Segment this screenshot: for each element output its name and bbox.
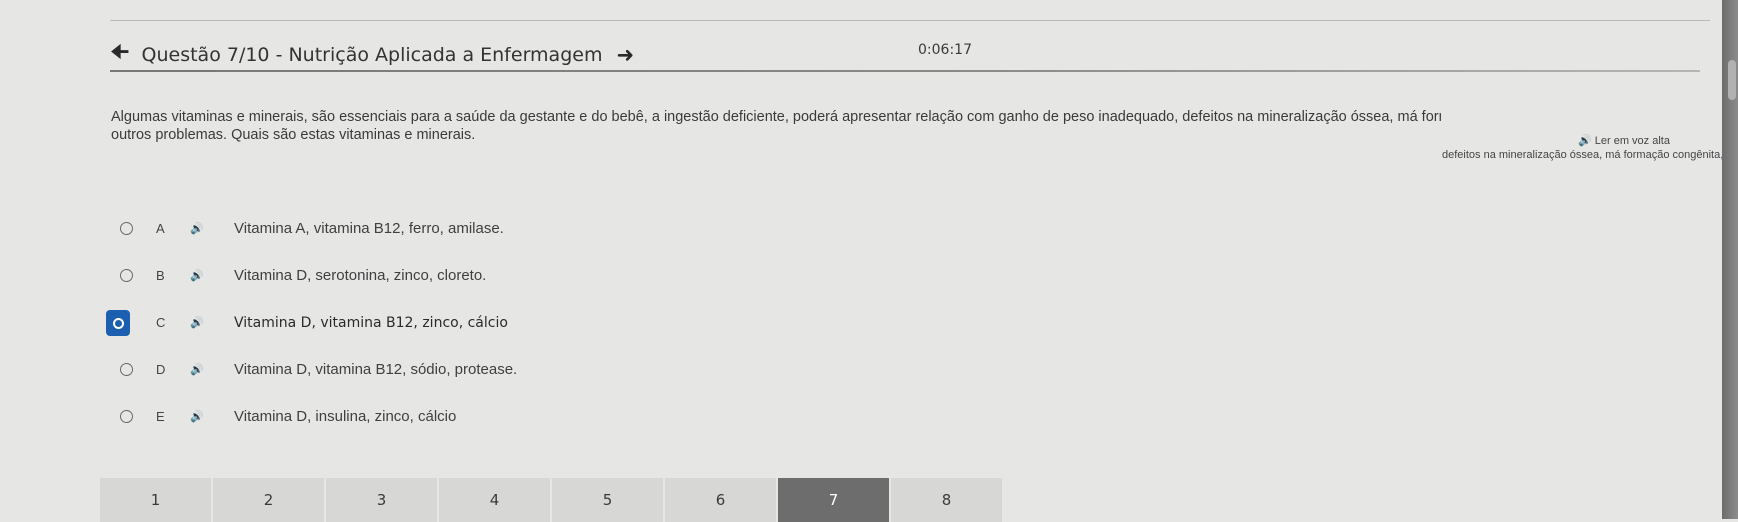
timer: 0:06:17 <box>918 42 972 58</box>
radio-button[interactable] <box>120 222 133 235</box>
question-pager: 1 2 3 4 5 6 7 8 <box>100 478 1004 522</box>
option-letter: A <box>156 221 165 236</box>
option-text: Vitamina D, serotonina, zinco, cloreto. <box>234 267 487 284</box>
arrow-right-icon[interactable]: ➜ <box>616 43 634 67</box>
page-button-8[interactable]: 8 <box>891 478 1002 522</box>
page-button-6[interactable]: 6 <box>665 478 776 522</box>
read-aloud-button[interactable]: 🔊 Ler em voz alta <box>1578 134 1670 147</box>
option-text: Vitamina D, vitamina B12, zinco, cálcio <box>234 314 508 331</box>
option-letter: B <box>156 268 165 283</box>
page-button-4[interactable]: 4 <box>439 478 550 522</box>
option-e[interactable]: E 🔊 Vitamina D, insulina, zinco, cálcio <box>104 393 1704 440</box>
speaker-icon[interactable]: 🔊 <box>190 410 204 423</box>
speaker-icon[interactable]: 🔊 <box>190 363 204 376</box>
option-b[interactable]: B 🔊 Vitamina D, serotonina, zinco, clore… <box>104 252 1704 299</box>
option-letter: E <box>156 409 165 424</box>
option-c[interactable]: C 🔊 Vitamina D, vitamina B12, zinco, cál… <box>104 299 1704 346</box>
speaker-icon[interactable]: 🔊 <box>190 222 204 235</box>
radio-button-selected[interactable] <box>106 309 130 336</box>
question-line-2: outros problemas. Quais são estas vitami… <box>111 127 476 143</box>
option-letter: D <box>156 362 166 377</box>
top-divider <box>110 20 1710 21</box>
speaker-icon[interactable]: 🔊 <box>190 269 204 282</box>
radio-button[interactable] <box>120 269 133 282</box>
vertical-scrollbar[interactable] <box>1722 0 1738 519</box>
option-text: Vitamina D, insulina, zinco, cálcio <box>234 408 457 425</box>
page-title: Questão 7/10 - Nutrição Aplicada a Enfer… <box>141 44 603 66</box>
arrow-left-icon[interactable]: 🠈 <box>110 38 130 73</box>
question-text: Algumas vitaminas e minerais, são essenc… <box>111 108 1681 144</box>
page-button-7-active[interactable]: 7 <box>778 478 889 522</box>
answer-options: A 🔊 Vitamina A, vitamina B12, ferro, ami… <box>104 205 1704 440</box>
page-button-3[interactable]: 3 <box>326 478 437 522</box>
radio-button[interactable] <box>120 363 133 376</box>
page-button-1[interactable]: 1 <box>100 478 211 522</box>
radio-button[interactable] <box>120 410 133 423</box>
question-header: 🠈 Questão 7/10 - Nutrição Aplicada a Enf… <box>110 38 634 72</box>
page-button-2[interactable]: 2 <box>213 478 324 522</box>
page-button-5[interactable]: 5 <box>552 478 663 522</box>
option-a[interactable]: A 🔊 Vitamina A, vitamina B12, ferro, ami… <box>104 205 1704 252</box>
speaker-icon[interactable]: 🔊 <box>190 316 204 329</box>
option-letter: C <box>156 315 166 330</box>
question-line-1: Algumas vitaminas e minerais, são essenc… <box>111 109 1441 125</box>
option-d[interactable]: D 🔊 Vitamina D, vitamina B12, sódio, pro… <box>104 346 1704 393</box>
option-text: Vitamina A, vitamina B12, ferro, amilase… <box>234 220 504 237</box>
option-text: Vitamina D, vitamina B12, sódio, proteas… <box>234 361 518 378</box>
question-text-tail: defeitos na mineralização óssea, má form… <box>1442 149 1738 161</box>
scrollbar-thumb[interactable] <box>1728 60 1736 100</box>
header-divider <box>110 70 1700 72</box>
